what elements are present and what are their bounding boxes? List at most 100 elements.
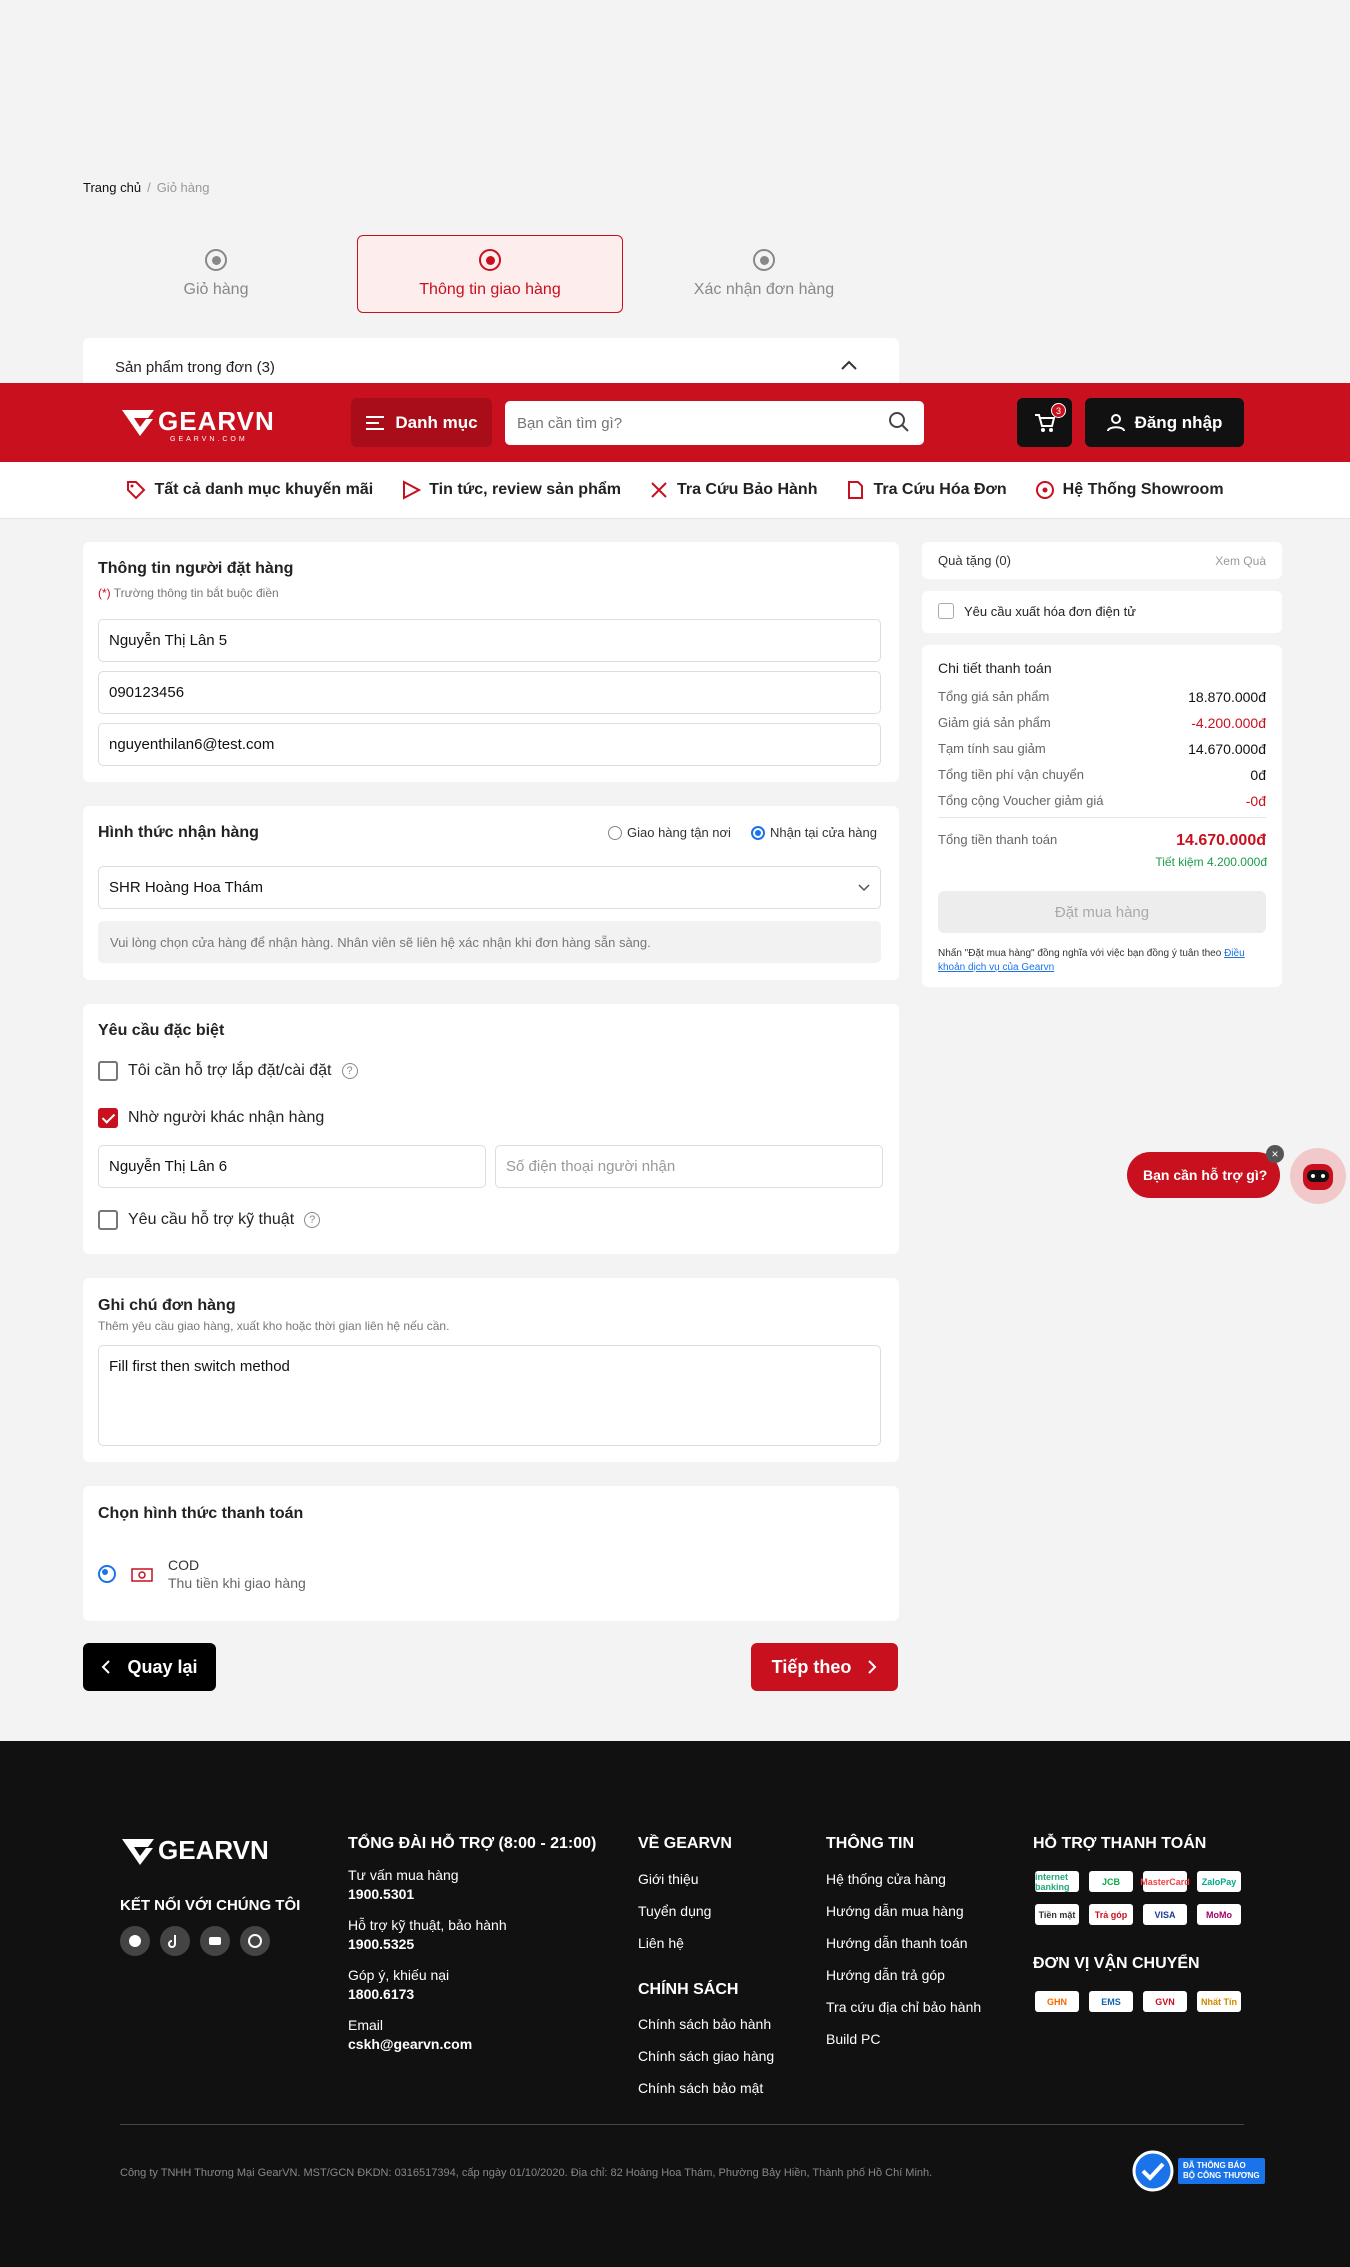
step-label: Thông tin giao hàng	[419, 281, 561, 298]
nav-showroom[interactable]: Hệ Thống Showroom	[1035, 480, 1224, 500]
footer-link[interactable]: Tuyển dụng	[638, 1903, 711, 1919]
footer-link[interactable]: Build PC	[826, 2031, 880, 2047]
footer-link[interactable]: Chính sách bảo mật	[638, 2080, 763, 2096]
category-label: Danh mục	[395, 412, 478, 432]
summary-title: Chi tiết thanh toán	[938, 660, 1052, 676]
badge-line: ĐÃ THÔNG BÁO	[1183, 2161, 1246, 2170]
back-label: Quay lại	[127, 1656, 198, 1677]
logo[interactable]: GEARVN GEARVN.COM	[120, 406, 275, 443]
summary-row: Tổng cộng Voucher giảm giá -0đ	[938, 793, 1266, 809]
login-button[interactable]: Đăng nhập	[1085, 398, 1244, 447]
breadcrumb-current: Giỏ hàng	[156, 180, 210, 195]
help-icon[interactable]: ?	[341, 1063, 358, 1079]
store-select-value: SHR Hoàng Hoa Thám	[109, 879, 263, 896]
payment-title: Chọn hình thức thanh toán	[98, 1505, 304, 1522]
receiver-phone-field[interactable]: Số điện thoại người nhận	[495, 1145, 883, 1188]
footer-link[interactable]: Liên hệ	[638, 1935, 684, 1951]
email-field[interactable]: nguyenthilan6@test.com	[98, 723, 881, 766]
payment-logo: internet banking	[1035, 1871, 1079, 1892]
summary-total-value: 14.670.000đ	[1176, 832, 1266, 849]
summary-row-value: -4.200.000đ	[1191, 715, 1266, 731]
invoice-checkbox[interactable]: Yêu cầu xuất hóa đơn điện tử	[938, 603, 1136, 619]
payment-logo: VISA	[1143, 1904, 1187, 1925]
hotline-value[interactable]: 1900.5325	[348, 1936, 414, 1952]
play-icon	[403, 480, 422, 500]
step-shipping-info[interactable]: Thông tin giao hàng	[357, 235, 623, 313]
chat-bubble[interactable]: Bạn cần hỗ trợ gì?	[1127, 1152, 1280, 1198]
summary-row-label: Tổng tiền phí vận chuyển	[938, 767, 1084, 782]
name-field[interactable]: Nguyễn Thị Lân 5	[98, 619, 881, 662]
footer-link[interactable]: Tra cứu địa chỉ bảo hành	[826, 1999, 981, 2015]
payment-option-cod[interactable]: COD Thu tiền khi giao hàng	[98, 1556, 306, 1592]
nav-invoice[interactable]: Tra Cứu Hóa Đơn	[845, 480, 1007, 500]
breadcrumb-home[interactable]: Trang chủ	[83, 180, 141, 195]
summary-row: Giảm giá sản phẩm -4.200.000đ	[938, 715, 1266, 731]
order-note-textarea[interactable]: Fill first then switch method	[98, 1345, 881, 1446]
breadcrumb-separator: /	[147, 180, 151, 195]
view-gift-link[interactable]: Xem Quà	[1215, 554, 1266, 568]
back-button[interactable]: Quay lại	[83, 1643, 216, 1691]
store-note: Vui lòng chọn cửa hàng để nhận hàng. Nhâ…	[98, 921, 881, 963]
search-input[interactable]	[505, 401, 924, 445]
footer-link[interactable]: Hướng dẫn trả góp	[826, 1967, 945, 1983]
chatbot-avatar[interactable]	[1290, 1148, 1346, 1204]
next-button[interactable]: Tiếp theo	[751, 1643, 898, 1691]
delivery-option-home[interactable]: Giao hàng tận nơi	[608, 825, 731, 840]
messenger-icon[interactable]	[240, 1926, 270, 1956]
payment-logo: ZaloPay	[1197, 1871, 1241, 1892]
receiver-name-field[interactable]: Nguyễn Thị Lân 6	[98, 1145, 486, 1188]
nav-label: Tất cả danh mục khuyến mãi	[154, 481, 374, 498]
help-icon[interactable]: ?	[304, 1212, 321, 1228]
chat-close-icon[interactable]: ×	[1266, 1145, 1284, 1163]
tiktok-icon[interactable]	[160, 1926, 190, 1956]
footer-logo[interactable]: GEARVN	[120, 1835, 269, 1866]
step-cart[interactable]: Giỏ hàng	[83, 235, 349, 313]
nav-promotions[interactable]: Tất cả danh mục khuyến mãi	[126, 480, 373, 500]
footer-link[interactable]: Giới thiệu	[638, 1871, 699, 1887]
delivery-option-store[interactable]: Nhận tại cửa hàng	[751, 825, 877, 840]
footer-info-title: THÔNG TIN	[826, 1835, 914, 1852]
chevron-up-icon[interactable]	[841, 360, 857, 370]
footer-divider	[120, 2124, 1244, 2125]
nav-news[interactable]: Tin tức, review sản phẩm	[401, 480, 621, 500]
radio-selected-icon	[98, 1565, 116, 1583]
nav-warranty[interactable]: Tra Cứu Bảo Hành	[649, 480, 817, 500]
special-title: Yêu cầu đặc biệt	[98, 1022, 225, 1039]
hotline-value[interactable]: 1900.5301	[348, 1886, 414, 1902]
summary-row: Tạm tính sau giảm 14.670.000đ	[938, 741, 1266, 757]
delivery-option-label: Giao hàng tận nơi	[627, 825, 731, 840]
tech-support-checkbox[interactable]: Yêu cầu hỗ trợ kỹ thuật?	[98, 1210, 321, 1230]
buyer-info-title: Thông tin người đặt hàng	[98, 560, 294, 577]
other-receiver-checkbox[interactable]: Nhờ người khác nhận hàng	[98, 1108, 324, 1128]
place-order-button[interactable]: Đặt mua hàng	[938, 891, 1266, 933]
footer-link[interactable]: Chính sách giao hàng	[638, 2048, 774, 2064]
store-select[interactable]: SHR Hoàng Hoa Thám	[98, 866, 881, 909]
payment-logo: Tiền mặt	[1035, 1904, 1079, 1925]
saving-text: Tiết kiệm 4.200.000đ	[1155, 855, 1267, 869]
phone-field[interactable]: 090123456	[98, 671, 881, 714]
footer-link[interactable]: Chính sách bảo hành	[638, 2016, 771, 2032]
category-button[interactable]: Danh mục	[351, 398, 492, 447]
hotline-value[interactable]: cskh@gearvn.com	[348, 2036, 472, 2052]
footer-link[interactable]: Hệ thống cửa hàng	[826, 1871, 946, 1887]
breadcrumb: Trang chủ / Giỏ hàng	[83, 180, 209, 195]
hotline-value[interactable]: 1800.6173	[348, 1986, 414, 2002]
payment-method: COD	[168, 1557, 200, 1573]
required-mark: (*)	[98, 586, 111, 600]
step-confirm[interactable]: Xác nhận đơn hàng	[631, 235, 897, 313]
summary-row-value: -0đ	[1245, 793, 1266, 809]
install-label: Tôi cần hỗ trợ lắp đặt/cài đặt	[128, 1062, 332, 1079]
chevron-down-icon	[858, 883, 870, 891]
facebook-icon[interactable]	[120, 1926, 150, 1956]
footer-link[interactable]: Hướng dẫn mua hàng	[826, 1903, 964, 1919]
cart-button[interactable]: 3	[1017, 398, 1072, 447]
summary-row-label: Tổng giá sản phẩm	[938, 689, 1050, 704]
footer-link[interactable]: Hướng dẫn thanh toán	[826, 1935, 968, 1951]
search-icon[interactable]	[888, 411, 910, 433]
youtube-icon[interactable]	[200, 1926, 230, 1956]
summary-total-label: Tổng tiền thanh toán	[938, 832, 1058, 847]
summary-row-label: Tạm tính sau giảm	[938, 741, 1046, 756]
moit-badge[interactable]: ĐÃ THÔNG BÁO BỘ CÔNG THƯƠNG	[1132, 2150, 1265, 2192]
install-checkbox[interactable]: Tôi cần hỗ trợ lắp đặt/cài đặt?	[98, 1061, 358, 1081]
checkbox-checked-icon	[98, 1108, 118, 1128]
